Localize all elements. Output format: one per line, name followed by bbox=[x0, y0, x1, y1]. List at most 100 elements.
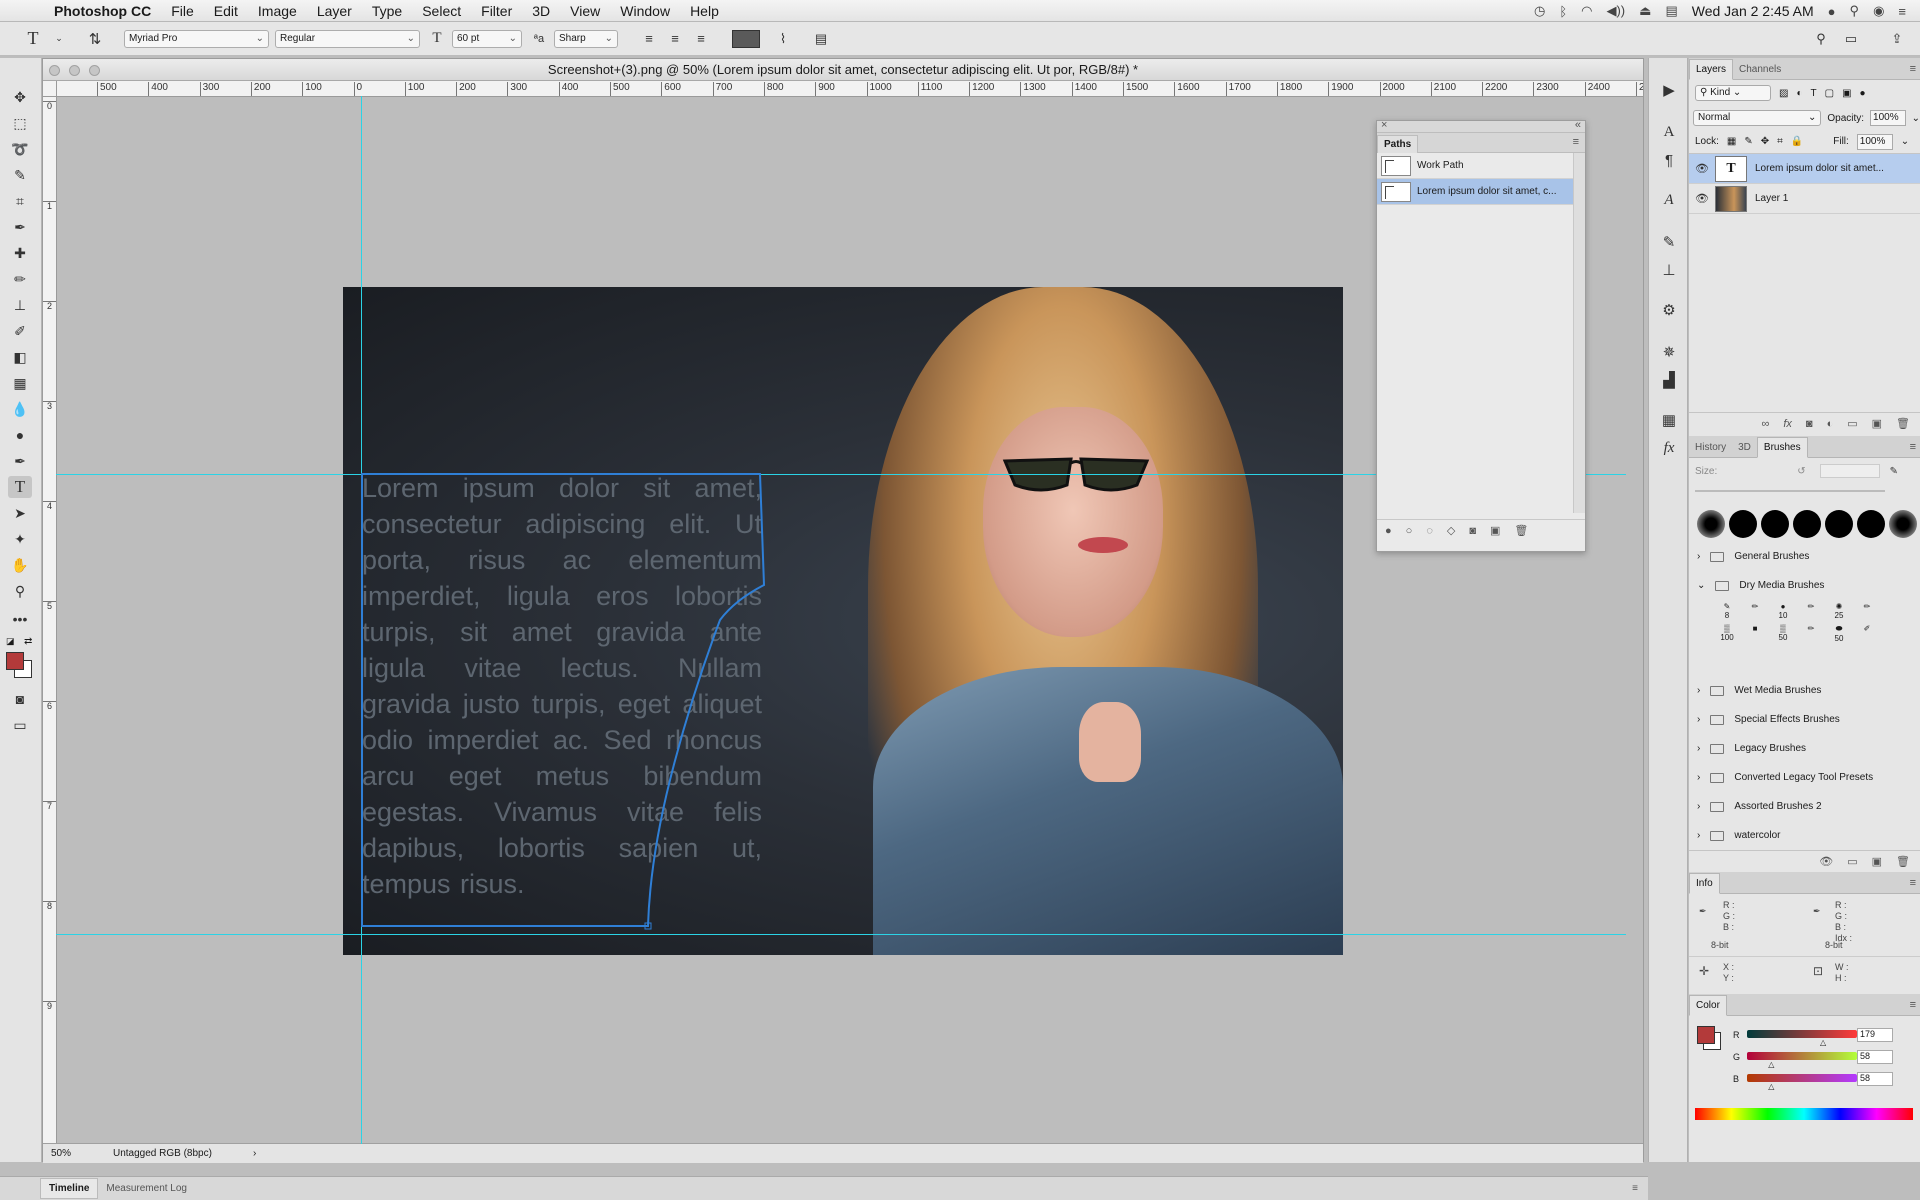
app-menu[interactable]: Photoshop CC bbox=[44, 3, 161, 19]
brush-tip[interactable]: ✺ 25 bbox=[1825, 602, 1853, 620]
new-path-icon[interactable]: ▣ bbox=[1490, 524, 1500, 537]
zoom-level[interactable]: 50% bbox=[43, 1148, 113, 1159]
tab-timeline[interactable]: Timeline bbox=[40, 1178, 99, 1199]
bottom-panel-menu-icon[interactable]: ≡ bbox=[1632, 1183, 1638, 1194]
blue-value-input[interactable]: 58 bbox=[1857, 1072, 1893, 1086]
paths-collapse-icon[interactable]: « bbox=[1575, 119, 1581, 131]
brush-folder-wet-media[interactable]: › Wet Media Brushes bbox=[1689, 676, 1920, 705]
layer-row-image[interactable]: 👁 Layer 1 bbox=[1689, 184, 1920, 214]
paragraph-panel-icon[interactable]: ¶ bbox=[1657, 148, 1681, 172]
folder-chevron-icon[interactable]: › bbox=[1697, 551, 1700, 562]
brush-preset-hard[interactable] bbox=[1825, 510, 1853, 538]
visibility-eye-icon[interactable]: 👁 bbox=[1695, 192, 1715, 205]
siri-icon[interactable]: ◉ bbox=[1873, 3, 1884, 19]
styles-icon[interactable]: fx bbox=[1657, 436, 1681, 460]
align-center-icon[interactable]: ≡ bbox=[664, 28, 686, 50]
clone-source-icon[interactable]: ⊥ bbox=[1657, 258, 1681, 282]
brush-folder-special-effects[interactable]: › Special Effects Brushes bbox=[1689, 705, 1920, 734]
brush-tip[interactable]: ▒ 50 bbox=[1769, 624, 1797, 643]
time-machine-icon[interactable]: ◷ bbox=[1534, 3, 1545, 19]
gradient-tool-icon[interactable]: ▦ bbox=[8, 372, 32, 394]
add-mask-icon[interactable]: ◙ bbox=[1469, 525, 1476, 537]
paths-close-icon[interactable]: × bbox=[1381, 119, 1387, 131]
filter-adjustment-icon[interactable]: ◐ bbox=[1796, 88, 1802, 99]
marquee-tool-icon[interactable]: ⬚ bbox=[8, 112, 32, 134]
brush-tip[interactable]: ✐ bbox=[1853, 624, 1881, 643]
ruler-origin[interactable] bbox=[43, 81, 57, 97]
fill-chevron-icon[interactable]: ⌄ bbox=[1901, 136, 1909, 147]
font-style-select[interactable]: Regular bbox=[275, 29, 420, 48]
menu-3d[interactable]: 3D bbox=[522, 3, 560, 19]
reset-size-icon[interactable]: ↺ bbox=[1797, 466, 1805, 477]
dodge-tool-icon[interactable]: ● bbox=[8, 424, 32, 446]
path-selection-tool-icon[interactable]: ➤ bbox=[8, 502, 32, 524]
green-slider-knob[interactable]: △ bbox=[1768, 1060, 1774, 1069]
healing-brush-tool-icon[interactable]: ✚ bbox=[8, 242, 32, 264]
status-expand-icon[interactable]: › bbox=[253, 1148, 256, 1159]
delete-brush-icon[interactable]: 🗑 bbox=[1896, 855, 1910, 868]
character-panel-icon[interactable]: ▤ bbox=[810, 28, 832, 50]
brush-folder-legacy[interactable]: › Legacy Brushes bbox=[1689, 734, 1920, 763]
preset-chevron-icon[interactable]: ⌄ bbox=[48, 28, 70, 50]
wifi-icon[interactable]: ◠ bbox=[1581, 3, 1592, 19]
opacity-input[interactable]: 100% bbox=[1870, 110, 1906, 126]
new-brush-group-icon[interactable]: ▭ bbox=[1847, 855, 1857, 868]
delete-layer-icon[interactable]: 🗑 bbox=[1896, 417, 1910, 430]
eraser-tool-icon[interactable]: ◧ bbox=[8, 346, 32, 368]
folder-chevron-icon[interactable]: › bbox=[1697, 830, 1700, 841]
brush-settings-icon[interactable]: ✎ bbox=[1657, 230, 1681, 254]
adjustment-layer-icon[interactable]: ◐ bbox=[1827, 418, 1834, 430]
brush-size-slider[interactable] bbox=[1695, 490, 1885, 492]
history-brush-tool-icon[interactable]: ✐ bbox=[8, 320, 32, 342]
canvas-text-layer[interactable]: Lorem ipsum dolor sit amet, consectetur … bbox=[362, 470, 762, 902]
tab-brushes[interactable]: Brushes bbox=[1756, 437, 1808, 458]
lock-all-icon[interactable]: 🔒 bbox=[1791, 136, 1803, 147]
brush-tip[interactable]: ✎ 8 bbox=[1713, 602, 1741, 620]
make-work-path-icon[interactable]: ◇ bbox=[1447, 524, 1455, 537]
brush-tip[interactable]: ■ bbox=[1741, 624, 1769, 643]
share-icon[interactable]: ⇪ bbox=[1886, 28, 1908, 50]
foreground-color-swatch[interactable] bbox=[6, 652, 24, 670]
toggle-preview-icon[interactable]: 👁 bbox=[1819, 855, 1833, 868]
lock-image-icon[interactable]: ✎ bbox=[1744, 136, 1752, 147]
tab-3d[interactable]: 3D bbox=[1732, 438, 1757, 457]
color-profile[interactable]: Untagged RGB (8bpc) bbox=[113, 1148, 253, 1159]
blue-slider-knob[interactable]: △ bbox=[1768, 1082, 1774, 1091]
actions-panel-icon[interactable]: ▶ bbox=[1657, 78, 1681, 102]
tab-layers[interactable]: Layers bbox=[1689, 59, 1734, 80]
glyphs-panel-icon[interactable]: A bbox=[1657, 188, 1681, 212]
filter-shape-icon[interactable]: ▢ bbox=[1825, 88, 1834, 99]
brush-folder-dry-media[interactable]: ⌄ Dry Media Brushes bbox=[1689, 571, 1920, 600]
lock-transparent-icon[interactable]: ▦ bbox=[1727, 136, 1736, 147]
fill-path-icon[interactable]: ● bbox=[1385, 525, 1392, 537]
font-size-select[interactable]: 60 pt bbox=[452, 29, 522, 48]
tab-history[interactable]: History bbox=[1689, 438, 1732, 457]
layer-style-icon[interactable]: fx bbox=[1783, 418, 1792, 430]
create-brush-icon[interactable]: ▣ bbox=[1872, 855, 1882, 868]
link-layers-icon[interactable]: ∞ bbox=[1762, 418, 1770, 430]
opacity-chevron-icon[interactable]: ⌄ bbox=[1912, 113, 1920, 124]
brush-folder-general[interactable]: › General Brushes bbox=[1689, 542, 1920, 571]
lock-position-icon[interactable]: ✥ bbox=[1761, 136, 1769, 147]
more-tools-icon[interactable]: ••• bbox=[8, 608, 32, 630]
guide-vertical[interactable] bbox=[361, 96, 362, 1144]
zoom-tool-icon[interactable]: ⚲ bbox=[8, 580, 32, 602]
info-menu-icon[interactable]: ≡ bbox=[1910, 877, 1916, 889]
hand-tool-icon[interactable]: ✋ bbox=[8, 554, 32, 576]
load-selection-icon[interactable]: ◌ bbox=[1426, 525, 1433, 537]
path-item-work-path[interactable]: Work Path bbox=[1377, 153, 1573, 179]
color-foreground-swatch[interactable] bbox=[1697, 1026, 1715, 1044]
paths-scrollbar[interactable] bbox=[1573, 153, 1585, 513]
tab-channels[interactable]: Channels bbox=[1733, 60, 1787, 79]
brush-tip[interactable]: ✏ bbox=[1853, 602, 1881, 620]
brush-folder-converted-legacy[interactable]: › Converted Legacy Tool Presets bbox=[1689, 763, 1920, 792]
folder-chevron-icon[interactable]: › bbox=[1697, 772, 1700, 783]
new-brush-icon[interactable]: ✎ bbox=[1890, 466, 1898, 477]
brushes-menu-icon[interactable]: ≡ bbox=[1910, 441, 1916, 453]
brush-size-input[interactable] bbox=[1819, 464, 1880, 478]
screen-mode-icon[interactable]: ▭ bbox=[8, 714, 32, 736]
flag-icon[interactable]: ▤ bbox=[1665, 3, 1677, 19]
type-tool-preset-icon[interactable]: T bbox=[22, 28, 44, 50]
folder-chevron-icon[interactable]: › bbox=[1697, 743, 1700, 754]
color-menu-icon[interactable]: ≡ bbox=[1910, 999, 1916, 1011]
